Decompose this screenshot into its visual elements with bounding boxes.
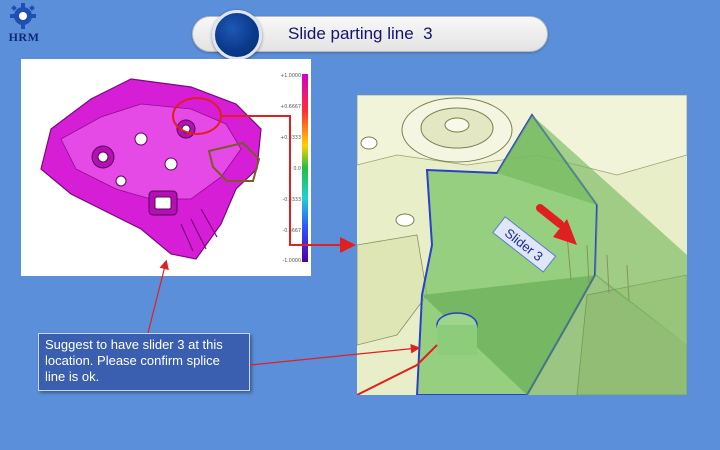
callout-to-part-arrow <box>147 259 169 334</box>
zoom-connector-arrow <box>220 115 356 253</box>
connector-overlay <box>147 115 421 366</box>
callout-to-detail-arrow <box>249 343 421 366</box>
